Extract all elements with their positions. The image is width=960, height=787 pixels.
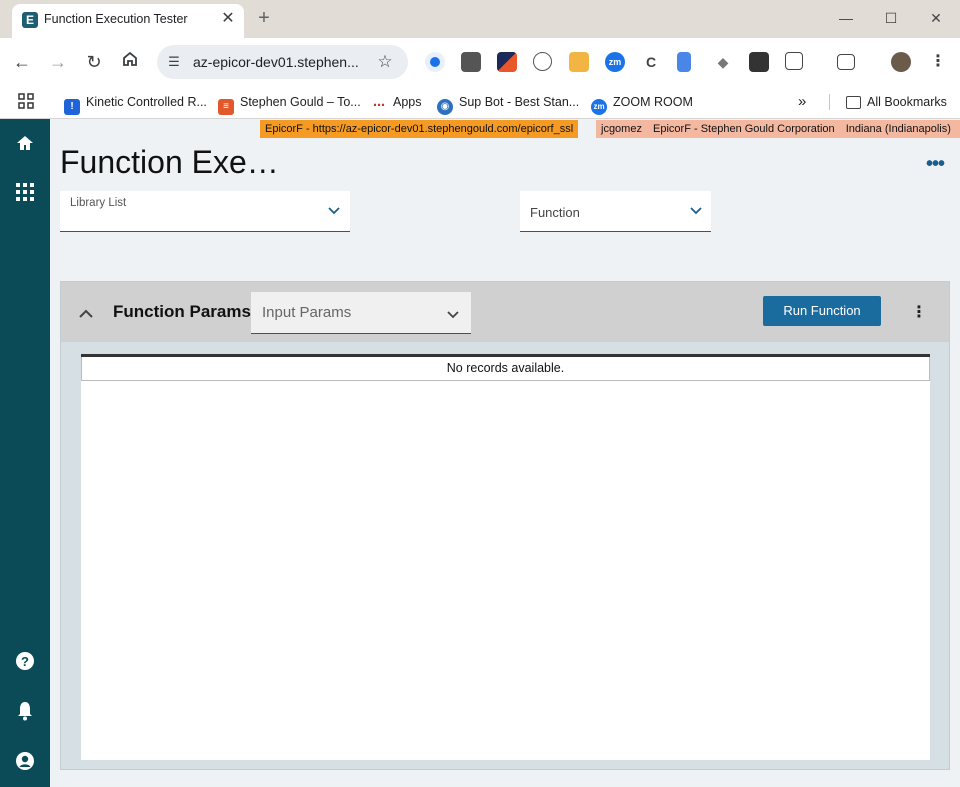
- panel-menu-icon[interactable]: ⋮: [909, 302, 929, 324]
- new-tab-button[interactable]: +: [254, 7, 274, 29]
- environment-info: jcgomez EpicorF - Stephen Gould Corporat…: [596, 120, 960, 138]
- forward-arrow-icon[interactable]: →: [46, 50, 70, 74]
- all-bookmarks-button[interactable]: All Bookmarks: [846, 91, 947, 113]
- address-bar[interactable]: ☰ az-epicor-dev01.stephen... ☆: [157, 45, 408, 79]
- extensions-puzzle-icon[interactable]: [785, 52, 803, 70]
- maximize-button[interactable]: ☐: [871, 6, 911, 30]
- function-params-panel: Function Params Input Params Run Functio…: [60, 281, 950, 770]
- browser-tab-strip: E Function Execution Tester ✕ + — ☐ ✕: [0, 0, 960, 38]
- input-params-label: Input Params: [262, 304, 352, 321]
- home-icon[interactable]: [118, 50, 142, 74]
- exclamation-icon: !: [64, 99, 80, 115]
- no-records-message: No records available.: [81, 357, 930, 381]
- svg-text:?: ?: [21, 654, 29, 669]
- function-label: Function: [530, 205, 580, 220]
- apps-grid-icon: ⋯: [373, 98, 385, 112]
- env-user: jcgomez: [601, 123, 642, 135]
- tab-title: Function Execution Tester: [44, 12, 188, 26]
- environment-bar: EpicorF - https://az-epicor-dev01.stephe…: [260, 120, 960, 138]
- zoom-icon: zm: [591, 99, 607, 115]
- chevron-down-icon: [447, 306, 459, 324]
- params-grid: No records available.: [81, 354, 930, 760]
- page-title: Function Exe…: [60, 144, 279, 180]
- zoom-extension-icon[interactable]: zm: [605, 52, 625, 72]
- bookmarks-overflow-icon[interactable]: »: [798, 91, 806, 113]
- profile-avatar-icon[interactable]: [891, 52, 911, 72]
- input-params-dropdown[interactable]: Input Params: [251, 292, 471, 334]
- extension-image-icon[interactable]: [569, 52, 589, 72]
- extension-clipboard-icon[interactable]: [677, 52, 691, 72]
- notifications-bell-icon[interactable]: [13, 701, 37, 725]
- chevron-up-icon[interactable]: [75, 301, 97, 323]
- library-list-label: Library List: [70, 197, 127, 209]
- close-window-button[interactable]: ✕: [916, 6, 956, 30]
- bookmark-sup-bot[interactable]: ◉ Sup Bot - Best Stan...: [437, 91, 579, 115]
- bookmarks-divider: [829, 94, 830, 110]
- minimize-button[interactable]: —: [826, 6, 866, 30]
- url-text: az-epicor-dev01.stephen...: [193, 54, 359, 70]
- library-list-dropdown[interactable]: Library List: [60, 191, 350, 232]
- bookmark-kinetic[interactable]: ! Kinetic Controlled R...: [64, 91, 207, 115]
- panel-header: Function Params Input Params Run Functio…: [61, 282, 949, 342]
- help-icon[interactable]: ?: [13, 651, 37, 675]
- extension-flag-icon[interactable]: [497, 52, 517, 72]
- env-company: EpicorF - Stephen Gould Corporation: [653, 123, 835, 135]
- chevron-down-icon: [690, 204, 702, 218]
- extension-code-icon[interactable]: [533, 52, 552, 71]
- bookmarks-bar: ! Kinetic Controlled R... ≡ Stephen Gould …: [0, 86, 960, 119]
- extension-r-icon[interactable]: [749, 52, 769, 72]
- reload-icon[interactable]: ↻: [82, 50, 106, 74]
- function-dropdown[interactable]: Function: [520, 191, 711, 232]
- back-arrow-icon[interactable]: ←: [10, 50, 34, 74]
- more-options-icon[interactable]: •••: [920, 154, 950, 174]
- browser-toolbar: ← → ↻ ☰ az-epicor-dev01.stephen... ☆ zm …: [0, 38, 960, 86]
- apps-launcher-icon[interactable]: [18, 91, 34, 113]
- robot-icon: ◉: [437, 99, 453, 115]
- todoist-icon: ≡: [218, 99, 234, 115]
- extension-diamond-icon[interactable]: ◆: [713, 52, 733, 72]
- app-sidebar: ?: [0, 119, 50, 787]
- bookmark-apps[interactable]: ⋯ Apps: [371, 91, 422, 113]
- extension-lock-icon[interactable]: [425, 52, 445, 72]
- site-settings-icon[interactable]: ☰: [165, 53, 183, 71]
- tab-close-icon[interactable]: ✕: [218, 9, 238, 29]
- extension-puzzle-gray-icon[interactable]: [461, 52, 481, 72]
- apps-grid-icon[interactable]: [13, 183, 37, 207]
- epicor-favicon-icon: E: [22, 12, 38, 28]
- panel-title: Function Params: [113, 302, 251, 321]
- chevron-down-icon: [328, 204, 340, 218]
- bookmark-star-icon[interactable]: ☆: [374, 51, 396, 73]
- folder-icon: [846, 96, 861, 109]
- browser-menu-icon[interactable]: ⋮: [926, 50, 950, 74]
- user-account-icon[interactable]: [13, 751, 37, 775]
- home-icon[interactable]: [13, 133, 37, 157]
- bookmark-stephen-gould[interactable]: ≡ Stephen Gould – To...: [218, 91, 361, 115]
- run-function-button[interactable]: Run Function: [763, 296, 881, 326]
- browser-tab[interactable]: E Function Execution Tester ✕: [12, 4, 244, 38]
- env-site: Indiana (Indianapolis): [845, 123, 951, 135]
- tab-search-icon[interactable]: [837, 54, 855, 70]
- environment-url: EpicorF - https://az-epicor-dev01.stephe…: [260, 120, 579, 138]
- bookmark-zoom-room[interactable]: zm ZOOM ROOM: [591, 91, 693, 115]
- extension-c-icon[interactable]: C: [641, 52, 661, 72]
